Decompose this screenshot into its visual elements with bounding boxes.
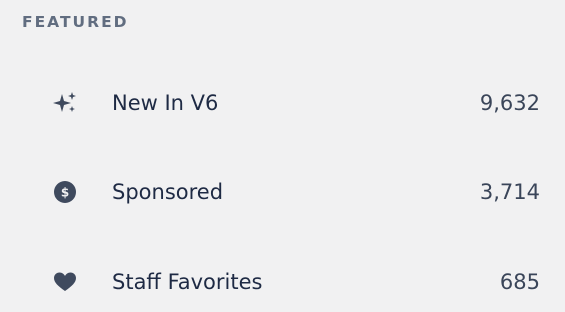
sparkles-icon [52,90,78,116]
svg-text:$: $ [61,186,69,200]
featured-item-new-in-v6[interactable]: New In V6 9,632 [40,81,550,125]
heart-icon [52,269,78,295]
featured-item-label: Sponsored [112,180,224,204]
dollar-coin-icon: $ [52,179,78,205]
featured-item-label: Staff Favorites [112,270,263,294]
featured-panel: FEATURED New In V6 9,632 $ Sponsored 3,7… [0,0,565,312]
featured-item-count: 685 [499,270,540,294]
featured-item-count: 3,714 [479,180,540,204]
section-title: FEATURED [22,13,129,31]
featured-item-count: 9,632 [479,91,540,115]
featured-item-staff-favorites[interactable]: Staff Favorites 685 [40,260,550,304]
featured-item-sponsored[interactable]: $ Sponsored 3,714 [40,170,550,214]
featured-item-label: New In V6 [112,91,219,115]
